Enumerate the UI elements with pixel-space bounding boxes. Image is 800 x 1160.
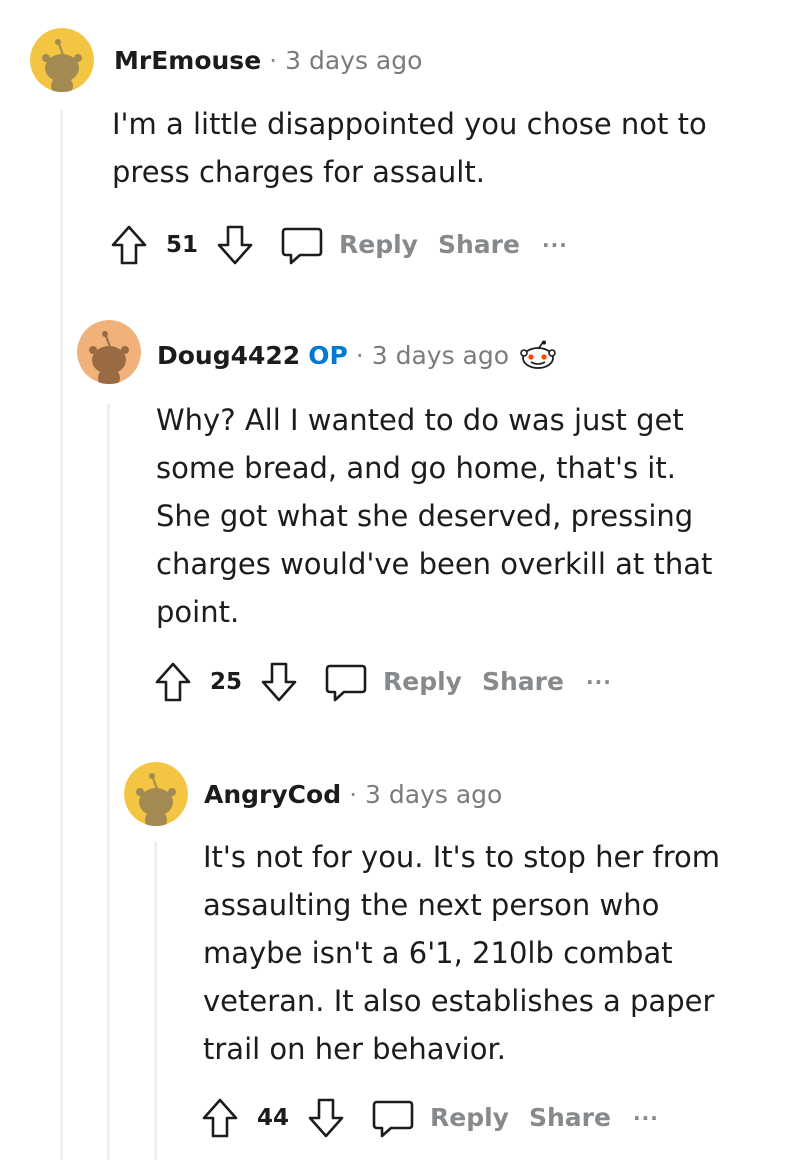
reply-button[interactable]: Reply bbox=[383, 660, 462, 704]
snoo-avatar-icon bbox=[124, 762, 188, 826]
avatar[interactable] bbox=[30, 28, 94, 92]
award-icon[interactable] bbox=[519, 340, 557, 370]
snoo-avatar-icon bbox=[77, 320, 141, 384]
upvote-icon[interactable] bbox=[199, 1096, 241, 1140]
downvote-icon[interactable] bbox=[214, 223, 256, 267]
author-name[interactable]: MrEmouse bbox=[114, 46, 261, 75]
comment-bubble-icon[interactable] bbox=[371, 1096, 415, 1140]
comment-meta: Doug4422 OP · 3 days ago bbox=[157, 340, 557, 371]
author-name[interactable]: Doug4422 bbox=[157, 341, 300, 370]
comment-meta: MrEmouse · 3 days ago bbox=[114, 46, 422, 76]
share-button[interactable]: Share bbox=[482, 660, 564, 704]
comment-actions: 44 Reply Share ··· bbox=[199, 1096, 699, 1140]
more-options-button[interactable]: ··· bbox=[633, 1096, 659, 1140]
vote-score: 44 bbox=[257, 1105, 290, 1131]
comment-angrycod: AngryCod · 3 days ago It's not for you. It… bbox=[0, 730, 800, 1160]
upvote-icon[interactable] bbox=[108, 223, 150, 267]
downvote-icon[interactable] bbox=[305, 1096, 347, 1140]
downvote-icon[interactable] bbox=[258, 660, 300, 704]
comment-actions: 25 Reply Share ··· bbox=[152, 660, 652, 704]
timestamp[interactable]: 3 days ago bbox=[285, 46, 422, 75]
vote-score: 25 bbox=[210, 669, 243, 695]
meta-separator: · bbox=[349, 780, 358, 809]
vote-score: 51 bbox=[166, 232, 199, 258]
meta-separator: · bbox=[269, 46, 278, 75]
timestamp[interactable]: 3 days ago bbox=[372, 341, 509, 370]
avatar[interactable] bbox=[77, 320, 141, 384]
comment-body: I'm a little disappointed you chose not … bbox=[112, 107, 707, 189]
comment-body: It's not for you. It's to stop her from … bbox=[203, 840, 721, 1066]
timestamp[interactable]: 3 days ago bbox=[365, 780, 502, 809]
comment-doug4422: Doug4422 OP · 3 days ago Why? All I wanted … bbox=[0, 290, 800, 730]
meta-separator: · bbox=[355, 341, 364, 370]
comment-body: Why? All I wanted to do was just get som… bbox=[156, 403, 713, 629]
comment-bubble-icon[interactable] bbox=[324, 660, 368, 704]
snoo-avatar-icon bbox=[30, 28, 94, 92]
comment-actions: 51 Reply Share ··· bbox=[108, 223, 608, 267]
reply-button[interactable]: Reply bbox=[339, 223, 418, 267]
reply-button[interactable]: Reply bbox=[430, 1096, 509, 1140]
comment-meta: AngryCod · 3 days ago bbox=[204, 780, 502, 810]
share-button[interactable]: Share bbox=[529, 1096, 611, 1140]
author-name[interactable]: AngryCod bbox=[204, 780, 341, 809]
upvote-icon[interactable] bbox=[152, 660, 194, 704]
op-badge: OP bbox=[308, 341, 348, 370]
more-options-button[interactable]: ··· bbox=[586, 660, 612, 704]
comment-bubble-icon[interactable] bbox=[280, 223, 324, 267]
avatar[interactable] bbox=[124, 762, 188, 826]
more-options-button[interactable]: ··· bbox=[542, 223, 568, 267]
share-button[interactable]: Share bbox=[438, 223, 520, 267]
comment-mremouse: MrEmouse · 3 days ago I'm a little disappo… bbox=[0, 0, 800, 290]
